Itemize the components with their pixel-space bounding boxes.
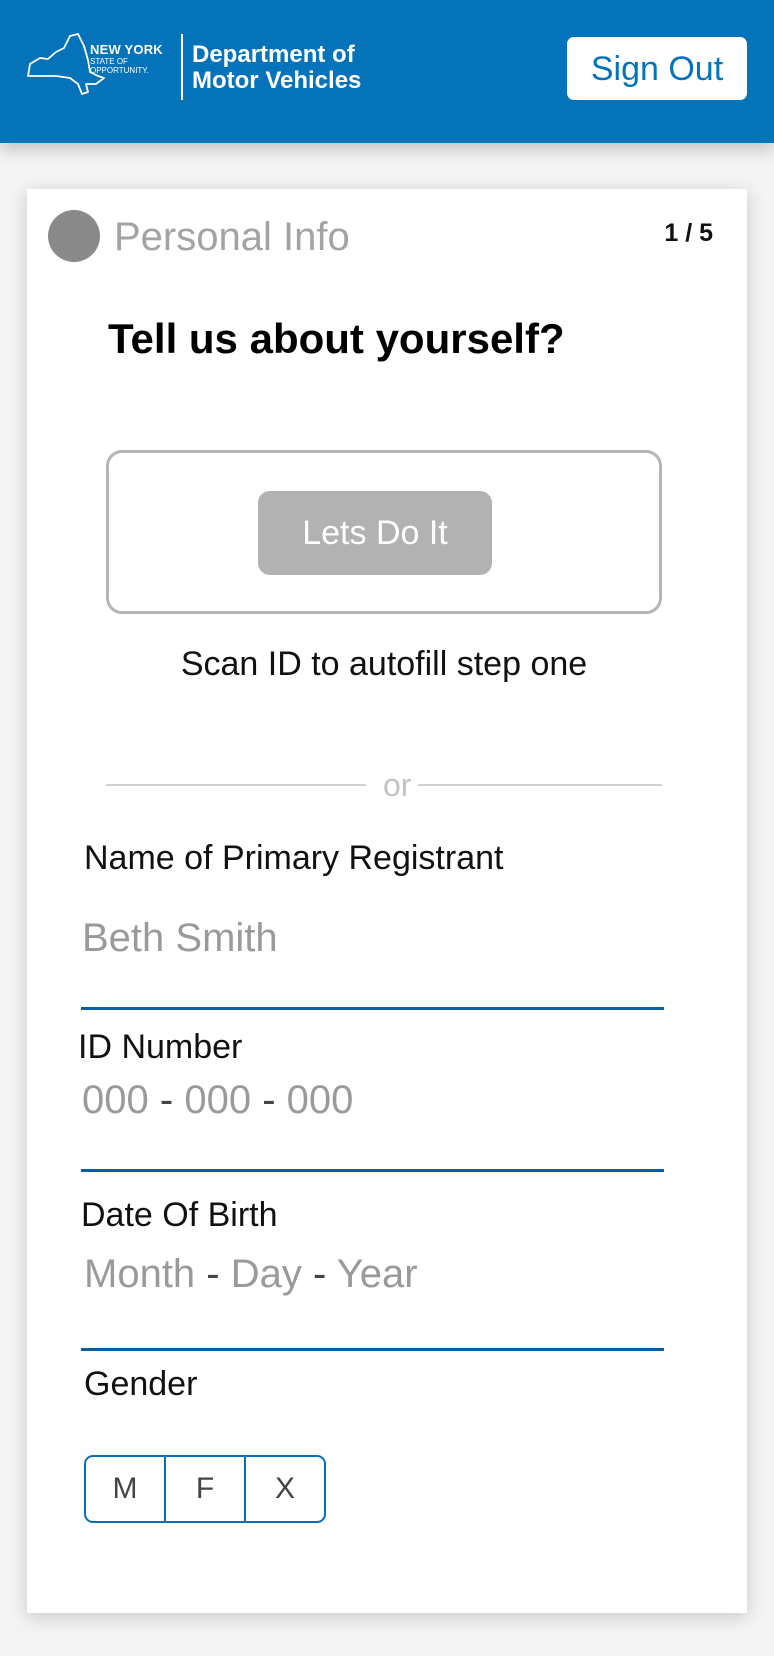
gender-option-m[interactable]: M <box>86 1457 166 1521</box>
dob-day: Day <box>230 1252 302 1296</box>
dob-separator: - <box>313 1252 327 1296</box>
dob-input[interactable]: Month - Day - Year <box>84 1252 418 1297</box>
logo-state-name: NEW YORK <box>90 42 163 57</box>
id-separator: - <box>262 1078 276 1122</box>
divider-line-right <box>418 784 662 786</box>
step-title: Personal Info <box>114 215 350 259</box>
or-divider: or <box>106 765 662 805</box>
id-number-underline <box>81 1169 664 1172</box>
gender-selector: M F X <box>84 1455 326 1523</box>
divider-line-left <box>106 784 366 786</box>
nys-dmv-logo: NEW YORK STATE OF OPPORTUNITY. Departmen… <box>26 32 366 104</box>
dob-label: Date Of Birth <box>81 1196 278 1234</box>
logo-department-name: Department of Motor Vehicles <box>192 41 362 94</box>
id-separator: - <box>159 1078 174 1122</box>
id-number-part-1: 000 <box>82 1078 149 1122</box>
app-header: NEW YORK STATE OF OPPORTUNITY. Departmen… <box>0 0 774 143</box>
scan-id-panel: Lets Do It <box>106 450 662 614</box>
form-card: Personal Info 1 / 5 Tell us about yourse… <box>27 189 747 1613</box>
or-text: or <box>383 767 412 803</box>
dob-separator: - <box>206 1252 220 1296</box>
gender-option-f[interactable]: F <box>166 1457 246 1521</box>
dob-year: Year <box>336 1252 418 1296</box>
logo-divider <box>181 34 183 100</box>
id-number-part-2: 000 <box>184 1078 252 1122</box>
name-input[interactable]: Beth Smith <box>82 916 278 961</box>
sign-out-button[interactable]: Sign Out <box>567 37 747 100</box>
gender-option-x[interactable]: X <box>246 1457 324 1521</box>
id-number-label: ID Number <box>78 1028 243 1066</box>
name-label: Name of Primary Registrant <box>84 839 504 877</box>
name-input-underline <box>81 1007 664 1010</box>
step-counter: 1 / 5 <box>664 219 713 247</box>
id-number-input[interactable]: 000 - 000 - 000 <box>82 1078 353 1123</box>
page-heading: Tell us about yourself? <box>108 315 565 362</box>
scan-caption: Scan ID to autofill step one <box>180 645 588 683</box>
scan-id-button[interactable]: Lets Do It <box>258 491 492 575</box>
gender-label: Gender <box>84 1365 198 1403</box>
logo-tagline: STATE OF OPPORTUNITY. <box>90 57 149 75</box>
id-number-part-3: 000 <box>286 1078 354 1122</box>
dob-month: Month <box>84 1252 196 1296</box>
dob-underline <box>81 1348 664 1351</box>
step-indicator-dot <box>48 210 100 262</box>
